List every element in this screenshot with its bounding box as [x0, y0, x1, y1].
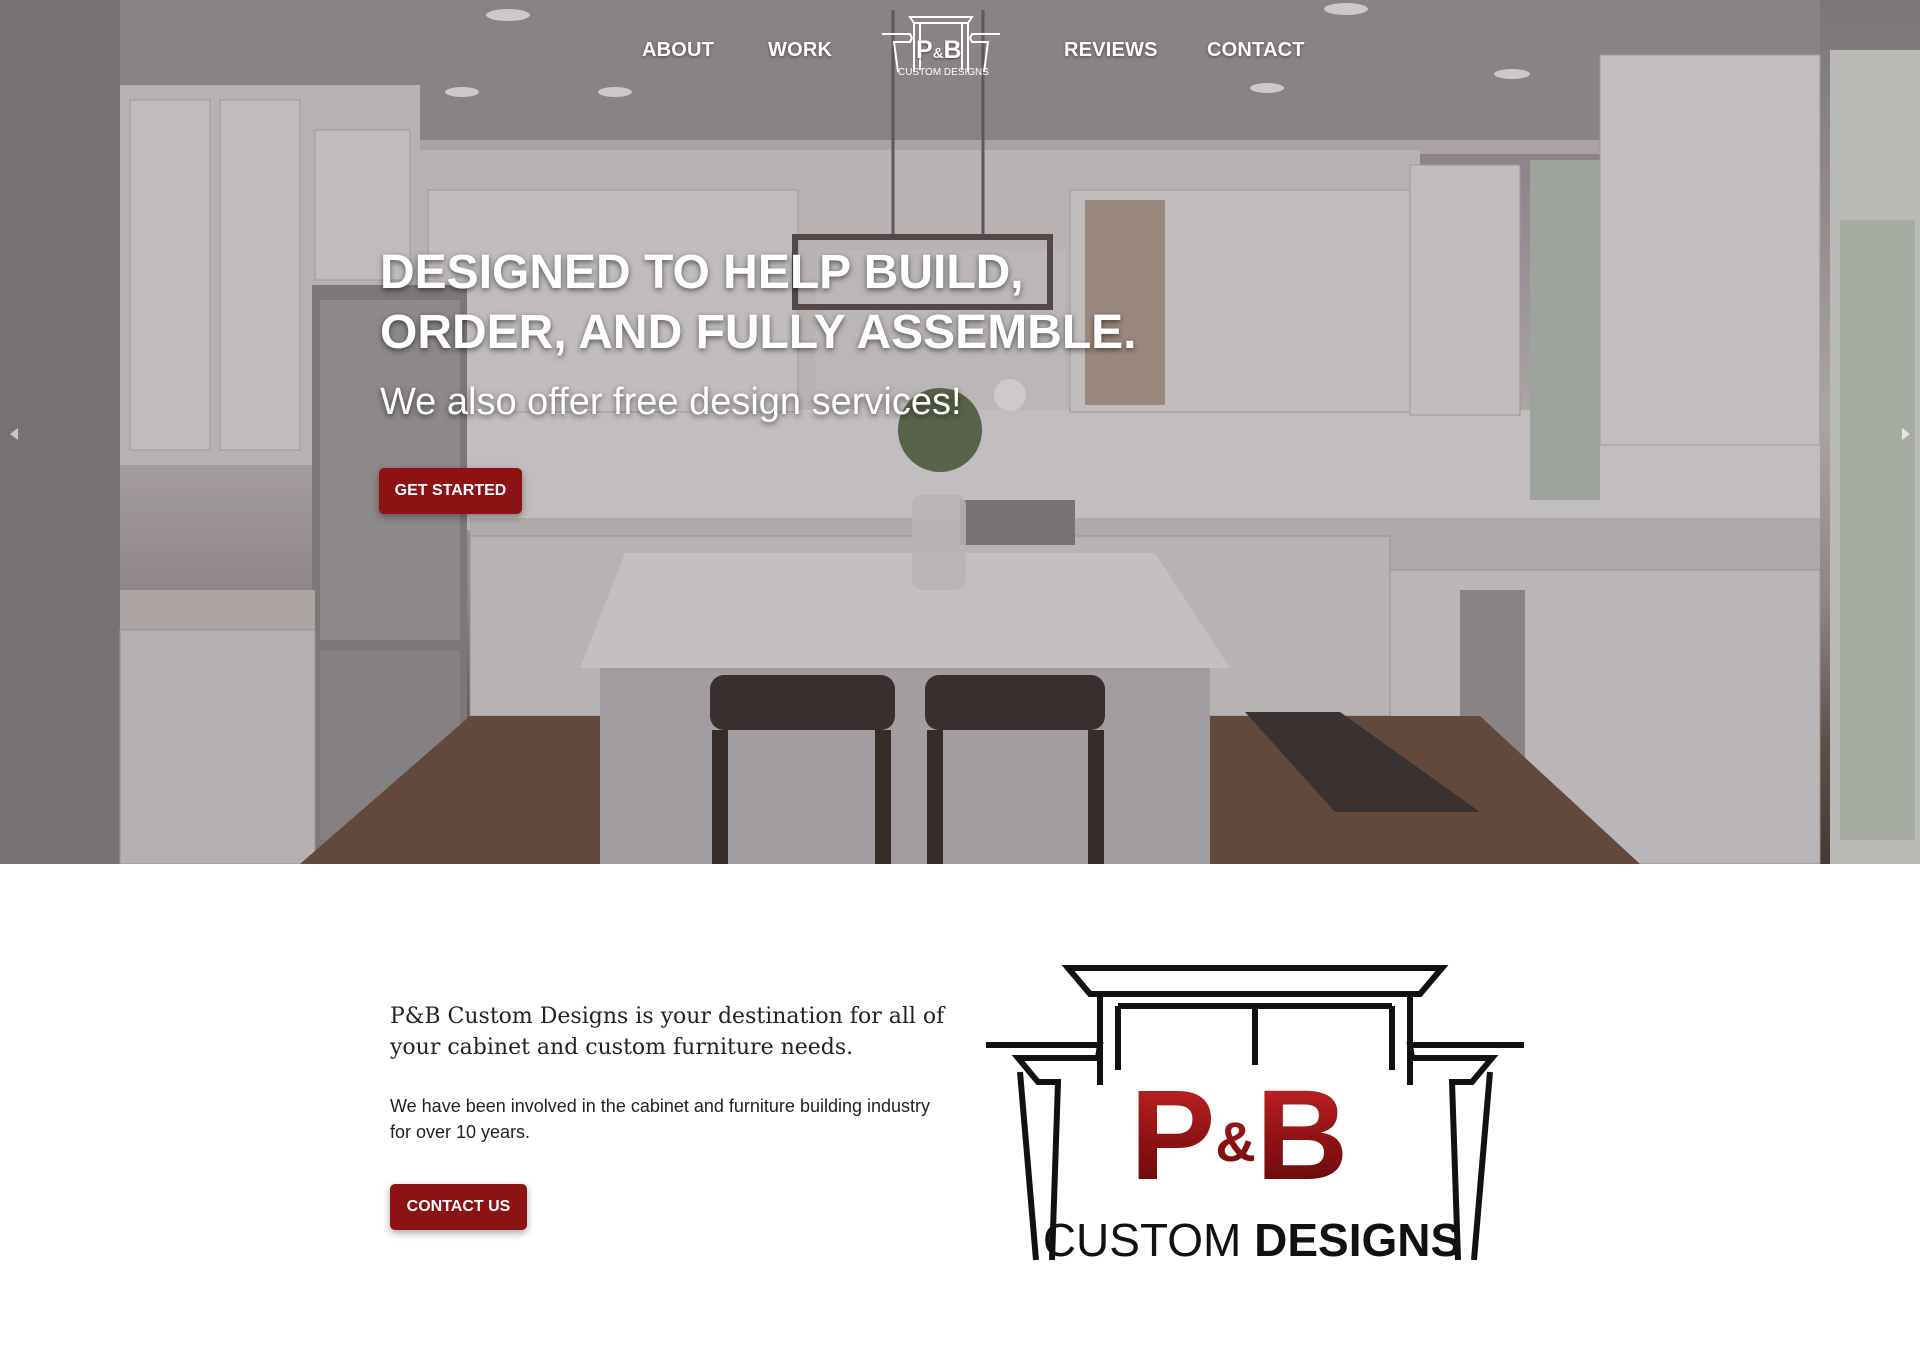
logo-subtitle-light: CUSTOM [1042, 1214, 1255, 1266]
hero-overlay [0, 0, 1920, 864]
logo-subtitle-bold: DESIGNS [1254, 1214, 1462, 1266]
hero-section: ABOUT WORK P&B CUSTOM DESIGNS REVIEWS CO… [0, 0, 1920, 864]
get-started-button[interactable]: GET STARTED [379, 468, 522, 514]
main-nav: ABOUT WORK P&B CUSTOM DESIGNS REVIEWS CO… [0, 0, 1920, 100]
nav-reviews[interactable]: REVIEWS [1064, 39, 1158, 62]
about-heading: P&B Custom Designs is your destination f… [390, 1004, 945, 1060]
nav-logo[interactable]: P&B CUSTOM DESIGNS [880, 12, 1004, 82]
nav-logo-subtitle: CUSTOM DESIGNS [898, 67, 989, 78]
hero-heading-line2: ORDER, AND FULLY ASSEMBLE. [380, 306, 1137, 359]
about-body: We have been involved in the cabinet and… [390, 1096, 931, 1142]
hero-heading: DESIGNED TO HELP BUILD, ORDER, AND FULLY… [380, 243, 1137, 363]
logo-monogram: P&B [1130, 1064, 1349, 1207]
hero-subheading: We also offer free design services! [380, 381, 962, 423]
nav-work[interactable]: WORK [768, 39, 832, 62]
nav-about[interactable]: ABOUT [642, 39, 714, 62]
contact-us-button[interactable]: CONTACT US [390, 1184, 527, 1230]
nav-logo-monogram: P&B [916, 36, 962, 64]
chevron-left-icon[interactable] [6, 422, 22, 446]
chevron-right-icon[interactable] [1898, 422, 1914, 446]
company-logo: P&B CUSTOM DESIGNS [980, 960, 1530, 1276]
nav-contact[interactable]: CONTACT [1207, 39, 1305, 62]
hero-heading-line1: DESIGNED TO HELP BUILD, [380, 246, 1024, 299]
logo-subtitle: CUSTOM DESIGNS [1042, 1216, 1462, 1264]
